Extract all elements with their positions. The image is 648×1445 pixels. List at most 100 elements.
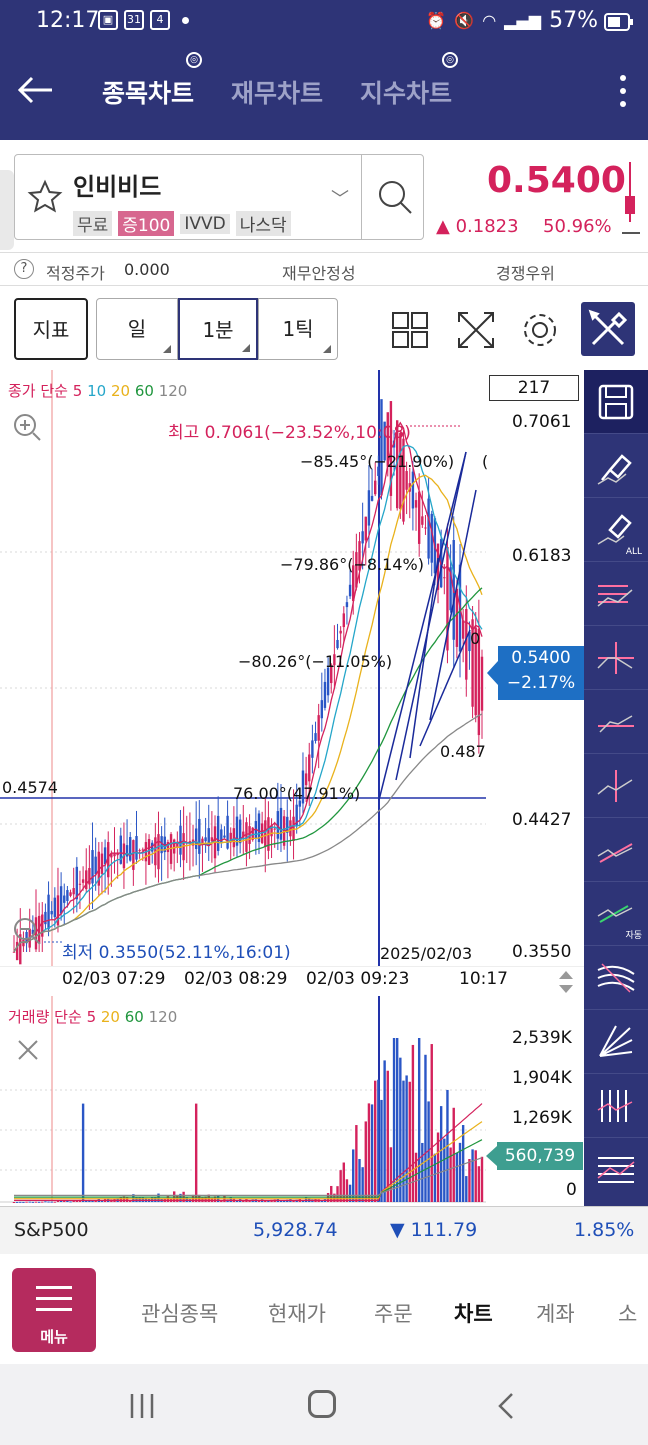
save-tool-button[interactable] [584, 370, 648, 434]
home-icon[interactable] [308, 1390, 336, 1418]
cycle-lines-tool-button[interactable] [584, 1074, 648, 1138]
menu-button[interactable]: 메뉴 [12, 1268, 96, 1352]
price-axis-tick: 0.7061 [512, 412, 572, 432]
cross-icon [597, 642, 634, 674]
candle-body [138, 850, 141, 852]
candle-body [204, 837, 207, 842]
nav-watchlist[interactable]: 관심종목 [141, 1298, 218, 1328]
volume-bar [380, 1099, 383, 1202]
volume-bar [355, 1125, 358, 1202]
volume-bar [465, 1176, 468, 1202]
volume-bar [417, 1038, 421, 1202]
candle-body [323, 681, 327, 708]
indicator-button[interactable]: 지표 [14, 298, 88, 360]
volume-bar [28, 1201, 31, 1203]
volume-axis-tick: 1,904K [512, 1068, 572, 1088]
system-back-icon[interactable] [494, 1392, 518, 1420]
candle-body [78, 883, 82, 885]
truncated-label-3: 0.487 [440, 742, 486, 761]
notification-count-icon: 4 [150, 10, 170, 30]
period-day-button[interactable]: 일 [96, 298, 178, 360]
index-ticker-row[interactable]: S&P500 5,928.74 ▼ 111.79 1.85% [0, 1206, 648, 1254]
side-drawer-handle[interactable] [0, 170, 14, 250]
hcl-line-tool-button[interactable] [584, 562, 648, 626]
volume-bar [141, 1197, 144, 1202]
volume-bar [480, 1156, 484, 1202]
settings-gear-icon[interactable] [520, 310, 560, 350]
tab-badge-icon: ◎ [442, 52, 458, 68]
eraser-all-icon [597, 514, 632, 545]
cross-line-tool-button[interactable] [584, 626, 648, 690]
gallery-icon: ▣ [98, 10, 118, 30]
search-icon[interactable] [375, 177, 415, 217]
nav-more[interactable]: 소 [618, 1298, 637, 1328]
volume-bar [468, 1159, 471, 1202]
financial-stability-label[interactable]: 재무안정성 [282, 260, 356, 284]
auto-trend-tool-button[interactable]: 자동 [584, 882, 648, 946]
candle-body [94, 856, 97, 875]
volume-bar [31, 1201, 35, 1203]
fair-price-value: 0.000 [124, 260, 170, 279]
eraser-tool-button[interactable] [584, 434, 648, 498]
fan-tool-button[interactable] [584, 946, 648, 1010]
candle-body [66, 890, 69, 901]
recent-apps-icon[interactable] [128, 1392, 156, 1420]
nav-account[interactable]: 계좌 [536, 1298, 575, 1328]
drawing-tool-sidebar: ALL 자동 [584, 370, 648, 1206]
volume-bar [352, 1149, 355, 1202]
gann-tool-button[interactable] [584, 1010, 648, 1074]
mute-icon: 🔇 [454, 11, 475, 30]
period-1min-button[interactable]: 1분 [178, 298, 258, 360]
tab-stock-chart[interactable]: 종목차트 [102, 74, 194, 110]
candle-body [367, 490, 371, 526]
zoom-in-icon[interactable] [12, 412, 42, 442]
nav-current-price[interactable]: 현재가 [268, 1298, 326, 1328]
time-axis[interactable]: 02/03 07:29 02/03 08:29 02/03 09:23 10:1… [0, 966, 584, 996]
volume-bar [377, 1079, 380, 1202]
chart-area[interactable]: 종가 단순 5 10 20 60 120 217 최고 0.7061(−23.5… [0, 370, 584, 1206]
back-arrow-icon[interactable] [16, 70, 56, 110]
candle-body [223, 835, 226, 838]
cycle-lines-icon [597, 1090, 633, 1122]
favorite-star-icon[interactable] [27, 179, 63, 215]
fibonacci-tool-button[interactable] [584, 1138, 648, 1202]
nav-chart[interactable]: 차트 [454, 1298, 493, 1328]
calendar-icon: 31 [124, 10, 144, 30]
volume-bar [455, 1152, 459, 1202]
fullscreen-icon[interactable] [456, 310, 496, 350]
nav-order[interactable]: 주문 [374, 1298, 413, 1328]
chevron-down-icon[interactable]: ﹀ [331, 185, 349, 211]
candle-body [179, 825, 182, 855]
volume-bar [19, 1201, 22, 1203]
tab-financial-chart[interactable]: 재무차트 [231, 74, 323, 110]
vertical-line-tool-button[interactable] [584, 754, 648, 818]
volume-legend[interactable]: 거래량 단순 5 20 60 120 [8, 1006, 177, 1027]
stock-search-box[interactable]: 인비비드 ﹀ 무료 증100 IVVD 나스닥 [14, 154, 424, 240]
tab-index-chart[interactable]: 지수차트 [360, 74, 452, 110]
volume-bar [402, 1080, 405, 1202]
layout-grid-icon[interactable] [390, 310, 430, 350]
volume-bar [56, 1200, 60, 1202]
horizontal-line-tool-button[interactable] [584, 690, 648, 754]
axis-scroll-icon[interactable] [556, 969, 576, 995]
mini-candle-icon [625, 162, 635, 222]
candle-body [414, 500, 418, 508]
volume-bar [69, 1201, 72, 1203]
more-menu-icon[interactable] [620, 70, 628, 114]
help-icon[interactable]: ? [14, 259, 34, 279]
drawing-tools-icon[interactable] [581, 302, 635, 356]
zoom-out-icon[interactable] [12, 916, 42, 946]
period-1tick-button[interactable]: 1틱 [258, 298, 338, 360]
eraser-all-tool-button[interactable]: ALL [584, 498, 648, 562]
close-icon[interactable] [16, 1038, 40, 1062]
volume-bar [15, 1201, 19, 1203]
stock-name: 인비비드 [73, 173, 162, 201]
trend-line-tool-button[interactable] [584, 818, 648, 882]
candle-body [50, 910, 53, 915]
price-legend[interactable]: 종가 단순 5 10 20 60 120 [8, 380, 187, 401]
tag-free: 무료 [73, 211, 113, 236]
index-change: ▼ 111.79 [390, 1219, 478, 1241]
volume-bar [41, 1201, 44, 1203]
competitive-edge-label[interactable]: 경쟁우위 [496, 260, 555, 284]
truncated-label-2: 0 [470, 629, 481, 648]
